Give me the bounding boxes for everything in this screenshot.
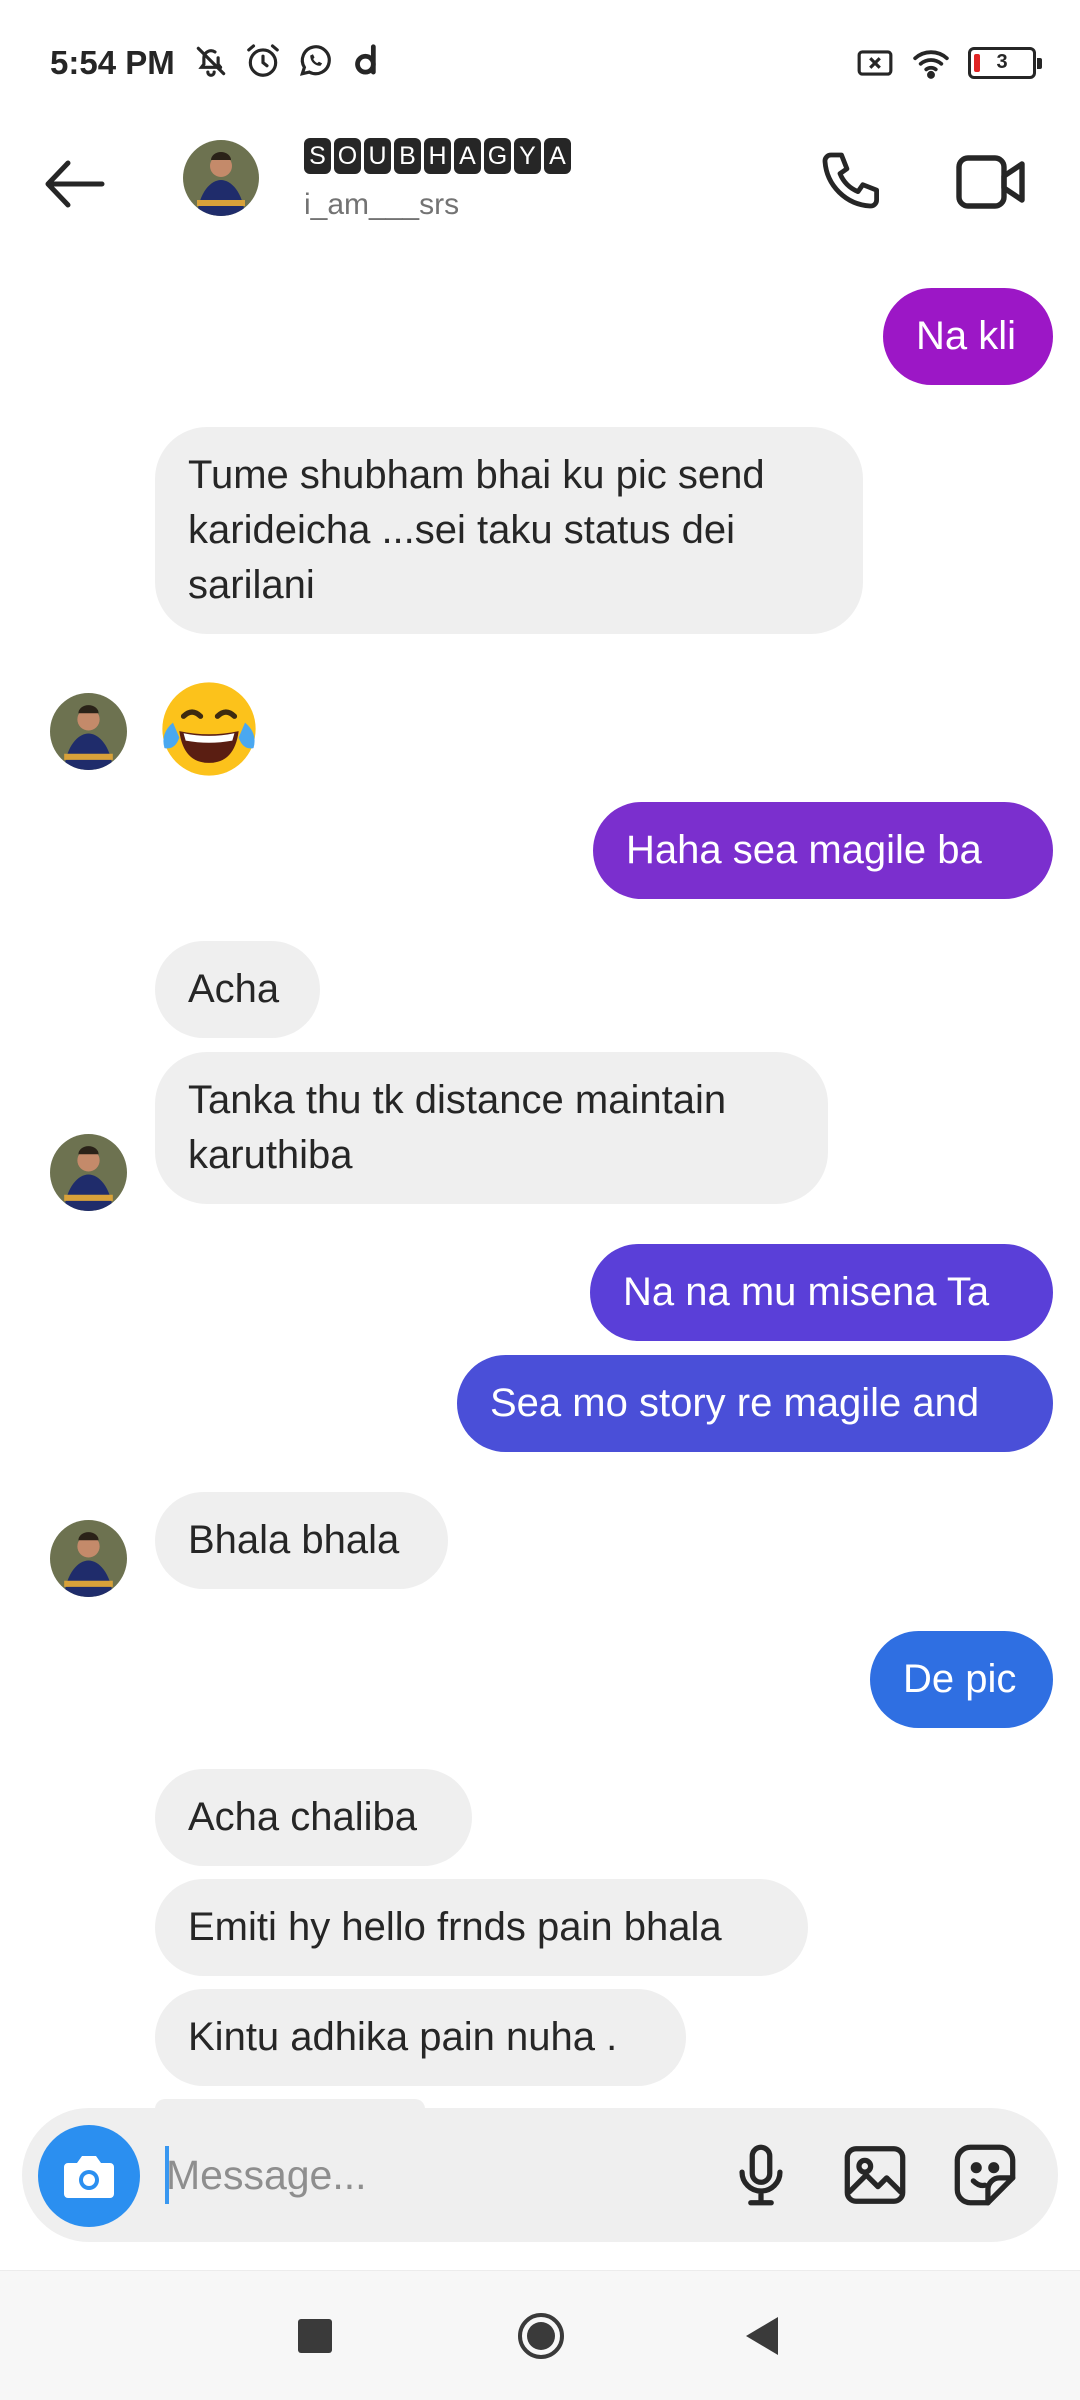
status-time: 5:54 PM — [50, 44, 175, 81]
message-bubble-outgoing[interactable]: Na kli — [883, 288, 1053, 385]
laughing-emoji-icon[interactable] — [156, 676, 262, 782]
camera-icon — [64, 2156, 114, 2198]
sender-avatar[interactable] — [50, 693, 127, 770]
circle-home-icon[interactable] — [516, 2311, 566, 2361]
name-letter: O — [334, 138, 361, 174]
notification-icons — [192, 42, 386, 80]
name-letter: B — [394, 138, 421, 174]
name-letter: G — [484, 138, 511, 174]
name-letter: S — [304, 138, 331, 174]
message-bubble-incoming[interactable]: Tume shubham bhai ku pic send karideicha… — [155, 427, 863, 634]
message-bubble-incoming[interactable]: Acha — [155, 941, 320, 1038]
message-bubble-incoming[interactable]: Bhala bhala — [155, 1492, 448, 1589]
name-letter: H — [424, 138, 451, 174]
battery-level: 3 — [996, 51, 1008, 73]
dailyhunt-icon — [355, 44, 376, 75]
status-bar: 5:54 PM 3 — [0, 0, 1080, 128]
message-bubble-incoming[interactable]: Kintu adhika pain nuha . — [155, 1989, 686, 2086]
text-cursor — [165, 2146, 169, 2204]
message-bubble-outgoing[interactable]: Sea mo story re magile and — [457, 1355, 1053, 1452]
arrow-left-icon[interactable] — [40, 148, 112, 220]
name-letter: U — [364, 138, 391, 174]
name-letter: A — [454, 138, 481, 174]
system-nav-bar — [0, 2270, 1080, 2400]
sticker-icon[interactable] — [950, 2140, 1020, 2210]
message-input[interactable] — [166, 2138, 726, 2212]
chat-header: S O U B H A G Y A i_am___srs — [0, 128, 1080, 240]
contact-name[interactable]: S O U B H A G Y A — [304, 138, 571, 174]
message-bubble-outgoing[interactable]: Haha sea magile ba — [593, 802, 1053, 899]
name-letter: A — [544, 138, 571, 174]
video-camera-icon[interactable] — [952, 146, 1032, 218]
phone-icon[interactable] — [816, 146, 888, 218]
alarm-icon — [247, 44, 279, 77]
sender-avatar[interactable] — [50, 1520, 127, 1597]
battery-indicator: 3 — [968, 47, 1042, 79]
image-icon[interactable] — [840, 2140, 910, 2210]
message-bubble-incoming[interactable]: Tanka thu tk distance maintain karuthiba — [155, 1052, 828, 1204]
contact-username[interactable]: i_am___srs — [304, 188, 459, 222]
microphone-icon[interactable] — [726, 2140, 796, 2210]
square-icon[interactable] — [298, 2319, 332, 2353]
message-bubble-incoming[interactable]: Acha chaliba — [155, 1769, 472, 1866]
camera-button[interactable] — [38, 2125, 140, 2227]
no-sim-icon — [857, 50, 893, 76]
triangle-back-icon[interactable] — [742, 2313, 782, 2359]
sender-avatar[interactable] — [50, 1134, 127, 1211]
bell-off-icon — [196, 46, 226, 77]
contact-avatar[interactable] — [183, 140, 259, 216]
message-bubble-outgoing[interactable]: De pic — [870, 1631, 1053, 1728]
message-composer — [22, 2108, 1058, 2242]
message-bubble-incoming[interactable]: Emiti hy hello frnds pain bhala — [155, 1879, 808, 1976]
name-letter: Y — [514, 138, 541, 174]
system-icons: 3 — [856, 44, 1042, 82]
whatsapp-icon — [299, 45, 331, 76]
wifi-icon — [913, 50, 949, 79]
message-bubble-outgoing[interactable]: Na na mu misena Ta — [590, 1244, 1053, 1341]
